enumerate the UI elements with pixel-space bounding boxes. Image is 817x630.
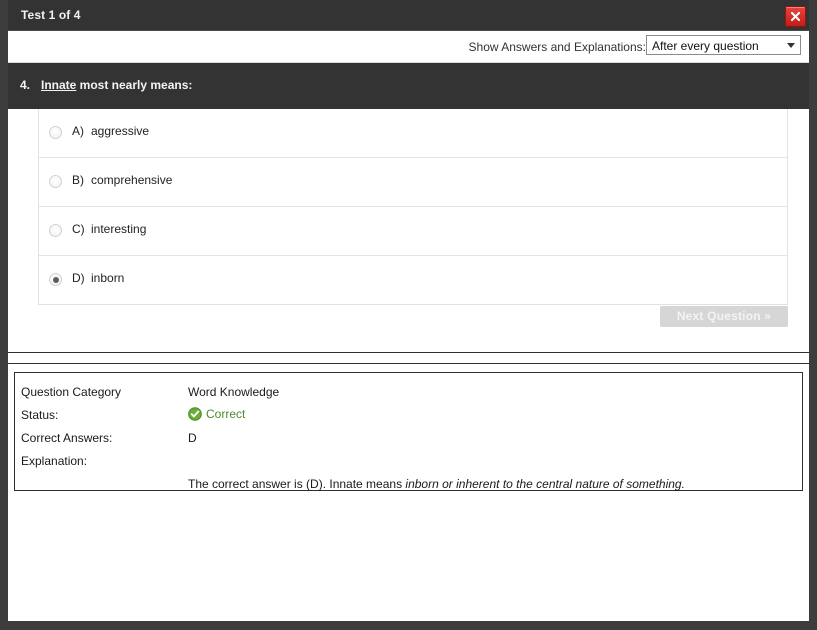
status-value: Correct (206, 407, 246, 421)
test-window: Test 1 of 4 Show Answers and Explanation… (0, 0, 817, 630)
green-check-circle-icon (188, 407, 202, 421)
question-category-value: Word Knowledge (188, 385, 280, 399)
question-header: 4. Innate most nearly means: (8, 63, 809, 109)
question-number: 4. (20, 78, 31, 92)
show-answers-select[interactable]: After every question (646, 35, 801, 55)
show-answers-label: Show Answers and Explanations: (468, 40, 646, 54)
answer-letter-c: C) (72, 222, 85, 236)
chevron-down-icon (787, 43, 795, 48)
window-title: Test 1 of 4 (21, 8, 81, 22)
answer-area: A) aggressive B) comprehensive C) intere… (8, 109, 809, 353)
radio-d[interactable] (49, 273, 62, 286)
status-value-wrap: Correct (188, 407, 245, 421)
question-category-label: Question Category (21, 385, 122, 399)
close-x-icon (790, 11, 801, 22)
answer-label-a: aggressive (91, 124, 150, 138)
answer-option-d[interactable]: D) inborn (39, 256, 787, 304)
answer-label-b: comprehensive (91, 173, 173, 187)
answer-option-b[interactable]: B) comprehensive (39, 158, 787, 207)
status-label: Status: (21, 408, 59, 422)
next-row: Next Question » (8, 306, 809, 346)
correct-answers-value: D (188, 431, 197, 445)
answer-list: A) aggressive B) comprehensive C) intere… (38, 109, 788, 305)
answer-letter-a: A) (72, 124, 84, 138)
show-answers-selected-value: After every question (652, 39, 759, 53)
answer-label-d: inborn (91, 271, 125, 285)
explanation-panel: Question Category Word Knowledge Status:… (14, 372, 803, 491)
answer-label-c: interesting (91, 222, 147, 236)
correct-answers-label: Correct Answers: (21, 431, 113, 445)
answer-letter-d: D) (72, 271, 85, 285)
question-prompt-rest: most nearly means: (76, 78, 193, 92)
explanation-text-plain: The correct answer is (D). Innate means (188, 477, 406, 491)
window-titlebar: Test 1 of 4 (8, 0, 809, 31)
next-question-button[interactable]: Next Question » (660, 306, 788, 327)
question-prompt: Innate most nearly means: (41, 78, 192, 92)
explanation-text-italic: inborn or inherent to the central nature… (405, 477, 685, 491)
section-divider (8, 352, 809, 364)
question-keyword: Innate (41, 78, 77, 92)
page-content: Show Answers and Explanations: After eve… (8, 31, 809, 621)
close-button[interactable] (785, 6, 806, 27)
answer-letter-b: B) (72, 173, 84, 187)
radio-c[interactable] (49, 224, 62, 237)
radio-b[interactable] (49, 175, 62, 188)
toolbar: Show Answers and Explanations: After eve… (8, 31, 809, 63)
radio-a[interactable] (49, 126, 62, 139)
empty-area (8, 541, 809, 621)
explanation-label: Explanation: (21, 454, 88, 468)
answer-option-a[interactable]: A) aggressive (39, 109, 787, 158)
answer-option-c[interactable]: C) interesting (39, 207, 787, 256)
explanation-text: The correct answer is (D). Innate means … (188, 477, 685, 491)
